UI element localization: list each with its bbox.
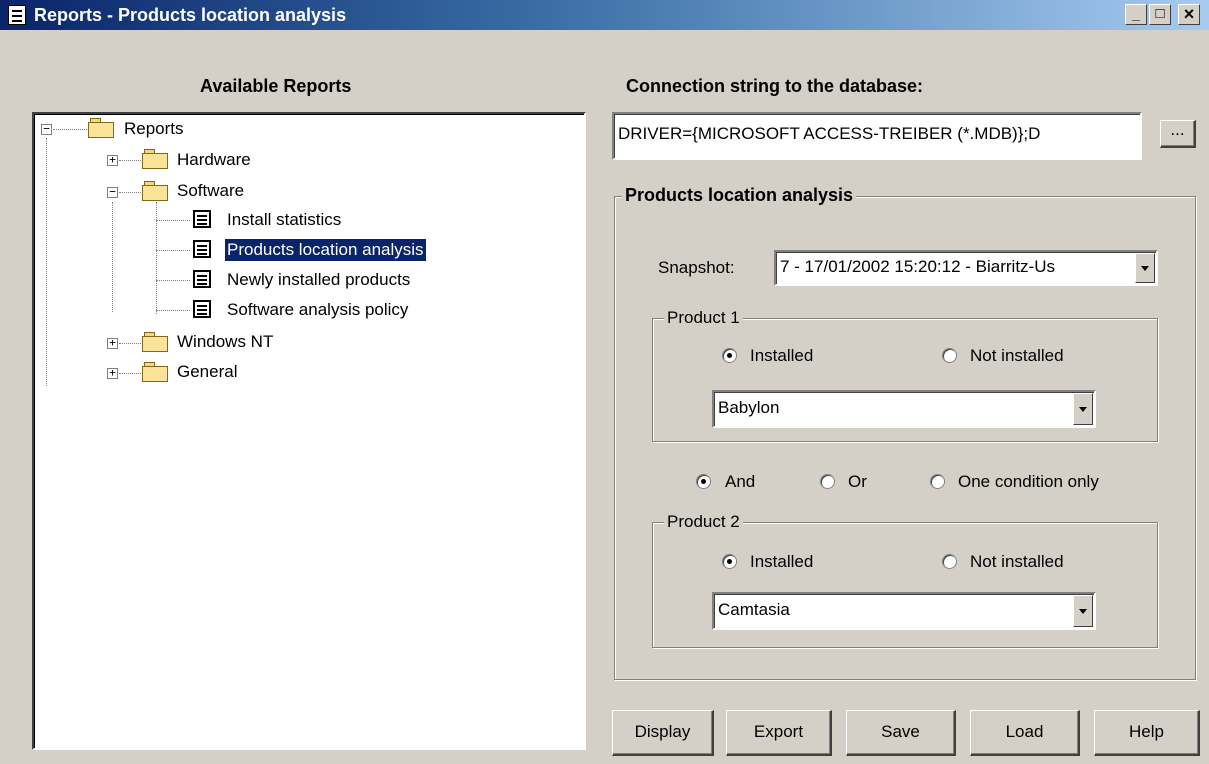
chevron-down-icon[interactable] [1073,595,1093,627]
tree-connector [119,160,141,161]
product2-installed-label[interactable]: Installed [750,552,813,572]
connection-string-label: Connection string to the database: [626,76,924,96]
collapse-icon[interactable]: − [107,186,118,198]
expand-icon[interactable]: + [107,337,118,349]
product1-value: Babylon [718,398,780,417]
report-icon [193,240,211,258]
tree-connector [156,250,190,251]
tree-connector [156,280,190,281]
chevron-down-icon[interactable] [1073,393,1093,425]
product1-installed-label[interactable]: Installed [750,346,813,366]
tree-connector [156,220,190,221]
one-condition-label[interactable]: One condition only [958,472,1099,492]
tree-item-general[interactable]: General [175,361,239,383]
snapshot-label: Snapshot: [658,258,735,277]
tree-item-software[interactable]: Software [175,180,246,202]
export-button[interactable]: Export [726,710,832,756]
product2-not-installed-label[interactable]: Not installed [970,552,1064,572]
report-icon [8,5,26,25]
save-button[interactable]: Save [846,710,956,756]
product2-legend: Product 2 [664,512,743,532]
tree-connector [119,192,141,193]
tree-item-products-location-analysis[interactable]: Products location analysis [224,238,427,262]
tree-connector [156,310,190,311]
tree-item-hardware[interactable]: Hardware [175,149,253,171]
help-button[interactable]: Help [1094,710,1200,756]
load-button[interactable]: Load [970,710,1080,756]
tree-item-software-analysis-policy[interactable]: Software analysis policy [225,299,410,321]
connection-string-field[interactable]: DRIVER={MICROSOFT ACCESS-TREIBER (*.MDB)… [612,112,1142,160]
tree-connector [119,373,141,374]
product2-installed-radio[interactable] [722,554,737,569]
reports-tree[interactable]: − Reports + Hardware − Software Install … [32,112,586,750]
tree-guide-line [112,202,113,312]
folder-icon [142,332,168,352]
minimize-button[interactable]: _ [1125,4,1147,25]
analysis-group-title: Products location analysis [622,185,857,206]
snapshot-dropdown[interactable]: 7 - 17/01/2002 15:20:12 - Biarritz-Us [774,250,1158,286]
and-label[interactable]: And [725,472,755,492]
product2-not-installed-radio[interactable] [942,554,957,569]
product1-dropdown[interactable]: Babylon [712,390,1096,428]
product1-not-installed-radio[interactable] [942,348,957,363]
close-button[interactable]: × [1178,4,1200,25]
report-icon [193,300,211,318]
product1-legend: Product 1 [664,308,743,328]
title-bar[interactable]: Reports - Products location analysis _ □… [0,0,1209,30]
product2-dropdown[interactable]: Camtasia [712,592,1096,630]
chevron-down-icon[interactable] [1135,253,1155,283]
product1-not-installed-label[interactable]: Not installed [970,346,1064,366]
display-button[interactable]: Display [612,710,714,756]
tree-guide-line [46,138,47,386]
report-icon [193,270,211,288]
tree-item-reports[interactable]: Reports [122,118,186,140]
snapshot-value: 7 - 17/01/2002 15:20:12 - Biarritz-Us [780,257,1055,276]
expand-icon[interactable]: + [107,154,118,166]
or-radio[interactable] [820,474,835,489]
tree-item-install-statistics[interactable]: Install statistics [225,209,343,231]
expand-icon[interactable]: + [107,367,118,379]
and-radio[interactable] [696,474,711,489]
or-label[interactable]: Or [848,472,867,492]
folder-icon [142,149,168,169]
folder-icon [88,118,114,138]
available-reports-heading: Available Reports [200,76,352,96]
tree-connector [119,343,141,344]
tree-guide-line [156,202,157,314]
product1-installed-radio[interactable] [722,348,737,363]
collapse-icon[interactable]: − [41,123,52,135]
report-icon [193,210,211,228]
browse-button[interactable]: ... [1160,120,1196,148]
folder-icon [142,181,168,201]
tree-item-windows-nt[interactable]: Windows NT [175,331,275,353]
folder-icon [142,362,168,382]
product2-value: Camtasia [718,600,790,619]
one-condition-radio[interactable] [930,474,945,489]
tree-item-newly-installed-products[interactable]: Newly installed products [225,269,412,291]
window-title: Reports - Products location analysis [34,5,347,25]
maximize-button[interactable]: □ [1149,4,1171,25]
tree-connector [53,129,87,130]
